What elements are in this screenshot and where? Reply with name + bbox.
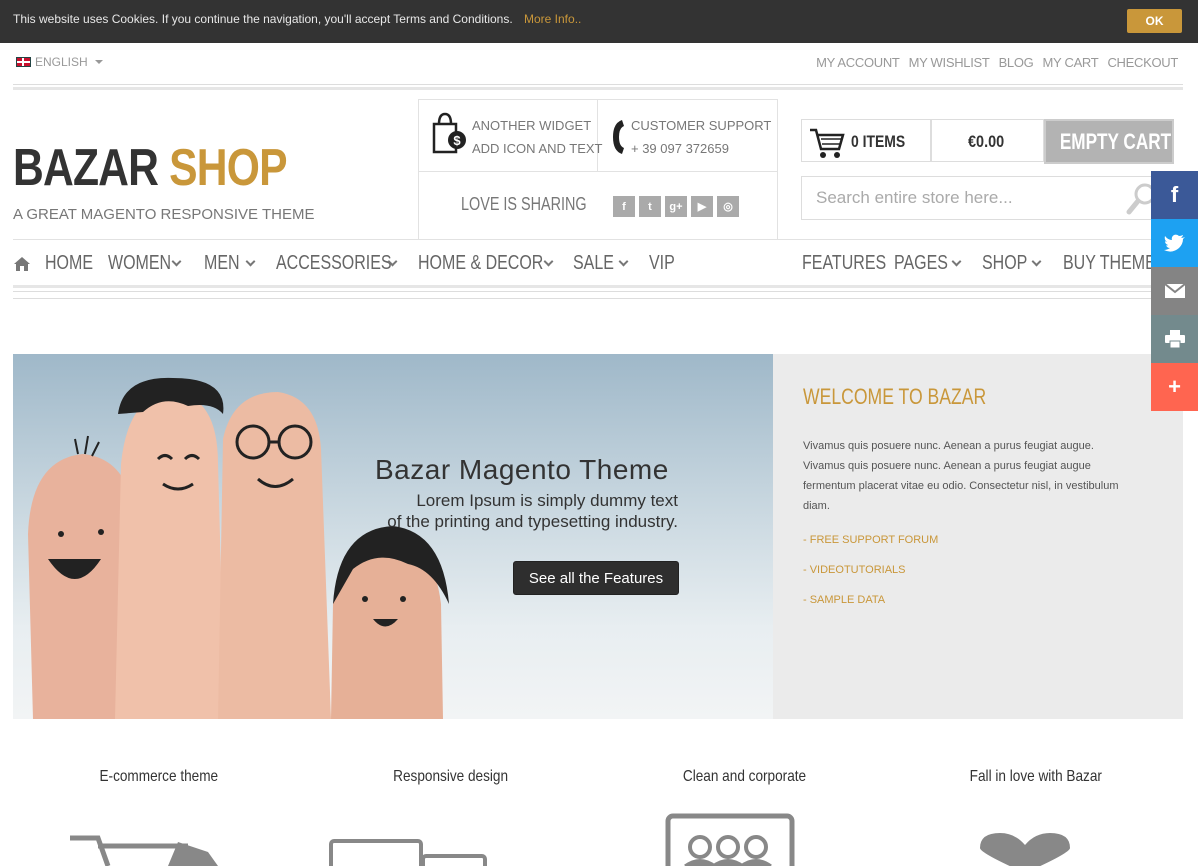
cart-items-count: 0 ITEMS: [851, 132, 906, 151]
nav-shop[interactable]: SHOP: [982, 252, 1063, 275]
support-phone: + 39 097 372659: [631, 141, 729, 156]
widget-text: ANOTHER WIDGET ADD ICON AND TEXT: [472, 114, 603, 160]
nav-women[interactable]: WOMEN: [108, 252, 204, 275]
nav-divider: [13, 285, 1183, 292]
hero-subtitle: Lorem Ipsum is simply dummy text of the …: [353, 490, 678, 532]
cart-summary[interactable]: 0 ITEMS: [801, 119, 931, 162]
widget-line-1: ANOTHER WIDGET: [472, 118, 592, 133]
feature-title: Clean and corporate: [682, 768, 806, 785]
blog-link[interactable]: BLOG: [999, 55, 1034, 70]
nav-accessories[interactable]: ACCESSORIES: [276, 252, 418, 275]
welcome-text: Vivamus quis posuere nunc. Aenean a puru…: [803, 440, 1119, 512]
uk-flag-icon: [16, 57, 31, 67]
heart-icon: [980, 833, 1070, 866]
nav-home[interactable]: HOME: [45, 252, 108, 275]
youtube-icon[interactable]: ▶: [691, 196, 713, 217]
instagram-icon[interactable]: ◎: [717, 196, 739, 217]
feature-responsive: Responsive design: [305, 768, 597, 786]
share-sidebar: f +: [1151, 171, 1198, 411]
logo-part-2: SHOP: [169, 139, 287, 197]
hero-subtitle-line-1: Lorem Ipsum is simply dummy text: [416, 491, 678, 510]
feature-love: Fall in love with Bazar: [890, 768, 1182, 786]
cart-total: €0.00: [968, 132, 1005, 151]
hero-title: Bazar Magento Theme: [375, 454, 669, 485]
feature-title: Fall in love with Bazar: [969, 768, 1103, 785]
chevron-down-icon: [1031, 256, 1042, 267]
hero-slider: Bazar Magento Theme Lorem Ipsum is simpl…: [13, 354, 773, 719]
chevron-down-icon: [171, 256, 182, 267]
svg-text:$: $: [453, 133, 461, 148]
nav-vip[interactable]: VIP: [649, 252, 689, 275]
email-icon[interactable]: [1151, 267, 1198, 315]
welcome-panel: WELCOME TO BAZAR Vivamus quis posuere nu…: [773, 354, 1183, 719]
nav-pages[interactable]: PAGES: [894, 252, 982, 275]
hero-subtitle-line-2: of the printing and typesetting industry…: [387, 512, 678, 531]
support-line-1: CUSTOMER SUPPORT: [631, 118, 772, 133]
print-icon[interactable]: [1151, 315, 1198, 363]
main-nav-right: FEATURES PAGES SHOP BUY THEME: [802, 252, 1156, 275]
language-selector[interactable]: ENGLISH: [16, 55, 103, 69]
my-wishlist-link[interactable]: MY WISHLIST: [909, 55, 990, 70]
language-label: ENGLISH: [35, 55, 88, 69]
feature-title: Responsive design: [393, 768, 509, 785]
empty-cart-button[interactable]: EMPTY CART: [1044, 119, 1174, 164]
cart-icon: [810, 128, 845, 158]
phone-icon: [613, 120, 624, 154]
videotutorials-link[interactable]: - VIDEOTUTORIALS: [803, 564, 905, 576]
home-icon[interactable]: [13, 256, 31, 272]
chevron-down-icon: [543, 256, 554, 267]
widget-line-2: ADD ICON AND TEXT: [472, 141, 603, 156]
feature-title: E-commerce theme: [99, 768, 219, 785]
feature-ecommerce: E-commerce theme: [13, 768, 305, 786]
support-forum-link[interactable]: - FREE SUPPORT FORUM: [803, 534, 938, 546]
site-logo[interactable]: BAZAR SHOP: [13, 138, 288, 198]
nav-home-decor[interactable]: HOME & DECOR: [418, 252, 573, 275]
site-tagline: A GREAT MAGENTO RESPONSIVE THEME: [13, 206, 315, 223]
cookie-message: This website uses Cookies. If you contin…: [13, 12, 513, 26]
cookie-ok-button[interactable]: OK: [1127, 9, 1182, 33]
chevron-down-icon: [951, 256, 962, 267]
header-divider: [13, 84, 1183, 90]
sample-data-link[interactable]: - SAMPLE DATA: [803, 594, 885, 606]
presentation-icon: [665, 813, 795, 866]
top-links: MY ACCOUNT MY WISHLIST BLOG MY CART CHEC…: [816, 55, 1178, 70]
shopping-bag-icon: $: [432, 112, 466, 154]
welcome-title: WELCOME TO BAZAR: [803, 384, 987, 409]
search-input[interactable]: [801, 176, 1161, 220]
sharing-label: LOVE IS SHARING: [461, 194, 587, 214]
see-features-button[interactable]: See all the Features: [513, 561, 679, 595]
twitter-icon[interactable]: [1151, 219, 1198, 267]
nav-buy-theme[interactable]: BUY THEME: [1063, 252, 1156, 275]
support-text: CUSTOMER SUPPORT + 39 097 372659: [631, 114, 771, 160]
google-plus-icon[interactable]: g+: [665, 196, 687, 217]
nav-sale[interactable]: SALE: [573, 252, 649, 275]
facebook-icon[interactable]: f: [1151, 171, 1198, 219]
chevron-down-icon: [245, 256, 256, 267]
main-nav-left: HOME WOMEN MEN ACCESSORIES HOME & DECOR …: [45, 252, 689, 275]
nav-features[interactable]: FEATURES: [802, 252, 894, 275]
empty-cart-label: EMPTY CART: [1059, 128, 1172, 154]
feature-clean: Clean and corporate: [598, 768, 890, 786]
my-cart-link[interactable]: MY CART: [1043, 55, 1099, 70]
plus-icon[interactable]: +: [1151, 363, 1198, 411]
finger-faces-illustration: [28, 377, 449, 719]
cookie-bar: This website uses Cookies. If you contin…: [0, 0, 1198, 43]
social-links: f t g+ ▶ ◎: [613, 196, 739, 217]
checkout-link[interactable]: CHECKOUT: [1107, 55, 1178, 70]
chevron-down-icon: [618, 256, 629, 267]
cart-total-box: €0.00: [931, 119, 1044, 162]
nav-top-border: [13, 239, 1183, 240]
nav-divider-thin: [13, 298, 1183, 299]
twitter-icon[interactable]: t: [639, 196, 661, 217]
my-account-link[interactable]: MY ACCOUNT: [816, 55, 900, 70]
cookie-more-info-link[interactable]: More Info..: [524, 12, 581, 26]
nav-men[interactable]: MEN: [204, 252, 276, 275]
devices-icon: [329, 839, 487, 866]
shopping-cart-icon: [70, 835, 218, 866]
facebook-icon[interactable]: f: [613, 196, 635, 217]
logo-part-1: BAZAR: [13, 139, 159, 197]
caret-down-icon: [94, 60, 103, 64]
